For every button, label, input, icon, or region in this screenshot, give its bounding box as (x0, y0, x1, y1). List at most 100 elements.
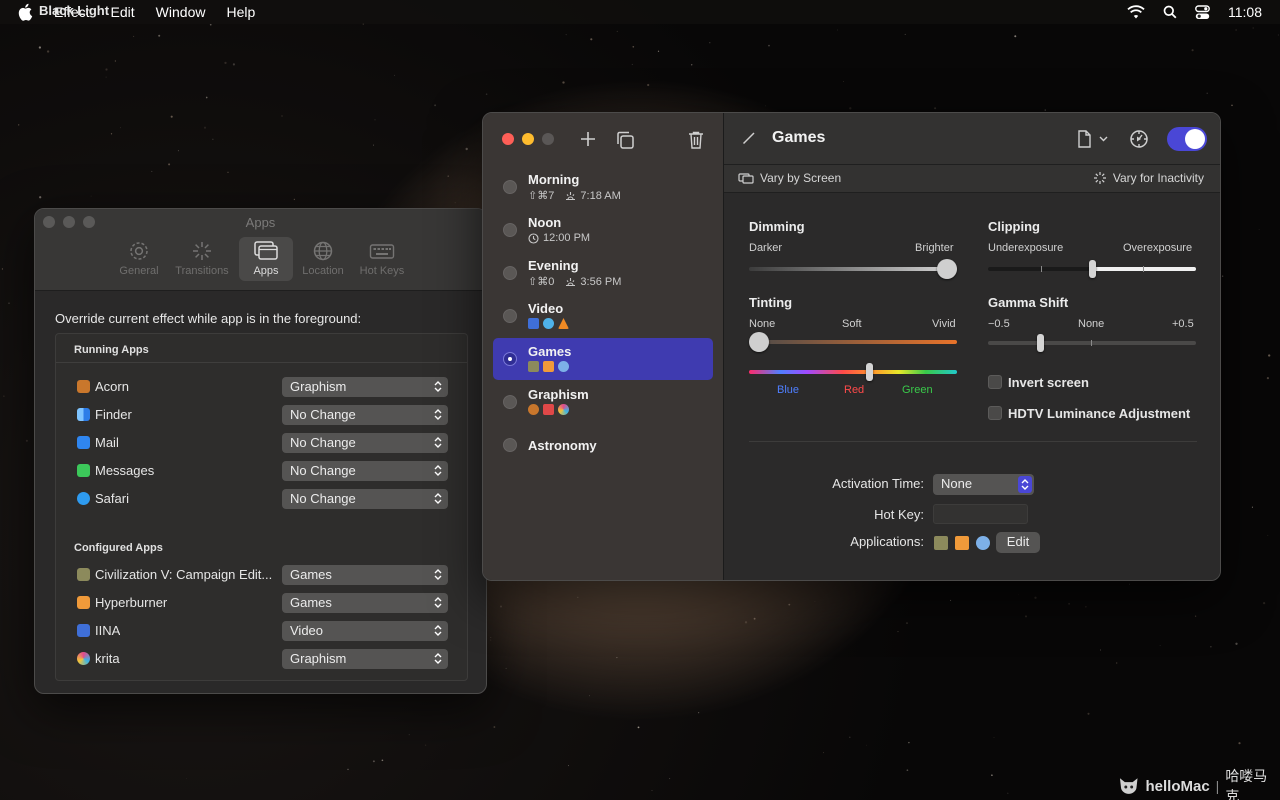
add-effect-plus-icon[interactable] (579, 130, 597, 148)
effect-popup-safari[interactable]: No Change (282, 489, 448, 509)
dimming-slider-knob[interactable] (937, 259, 957, 279)
tinting-strength-track[interactable] (749, 340, 957, 344)
tab-transitions[interactable]: Transitions (171, 237, 233, 281)
vary-for-inactivity-button[interactable]: Vary for Inactivity (1093, 171, 1204, 185)
star (1251, 506, 1253, 508)
pencil-icon[interactable] (742, 131, 756, 145)
document-menu-icon[interactable] (1076, 129, 1110, 149)
duplicate-effect-icon[interactable] (615, 130, 635, 150)
gamma-slider-knob[interactable] (1036, 334, 1044, 352)
zoom-window-button[interactable] (542, 133, 554, 145)
app-row-mail: Mail No Change (56, 432, 467, 454)
wifi-icon[interactable] (1127, 5, 1145, 19)
effect-item-video[interactable]: Video (493, 295, 713, 337)
star (577, 596, 579, 599)
hdtv-luminance-checkbox[interactable] (988, 406, 1002, 420)
tinting-hue-knob[interactable] (866, 363, 874, 381)
minimize-window-button[interactable] (522, 133, 534, 145)
tinting-strength-knob[interactable] (749, 332, 769, 352)
star (434, 104, 437, 107)
star (1159, 645, 1161, 646)
tab-apps[interactable]: Apps (239, 237, 293, 281)
menu-bar: Black Light Effect Edit Window Help 11:0… (0, 0, 1280, 24)
dimming-slider-track[interactable] (749, 267, 957, 271)
search-icon[interactable] (1163, 5, 1177, 19)
star (293, 198, 296, 201)
star (224, 61, 227, 65)
effect-popup-krita[interactable]: Graphism (282, 649, 448, 669)
effect-item-evening[interactable]: Evening ⇧⌘0 3:56 PM (493, 252, 713, 294)
activation-time-popup[interactable]: None (933, 474, 1034, 495)
star (1068, 602, 1071, 605)
close-window-button[interactable] (502, 133, 514, 145)
effect-popup-acorn[interactable]: Graphism (282, 377, 448, 397)
apple-logo-icon[interactable] (18, 3, 34, 21)
gamma-slider-track[interactable] (988, 341, 1196, 345)
effect-active-radio[interactable] (503, 352, 517, 366)
effect-detail-pane: Games Vary by Screen Vary for Inactivity… (724, 113, 1220, 580)
edit-applications-button[interactable]: Edit (996, 532, 1040, 553)
tab-general[interactable]: General (115, 237, 163, 281)
star (631, 63, 633, 65)
apps-preferences-window: Apps General Transitions Apps Location H… (34, 208, 487, 694)
effect-popup-finder[interactable]: No Change (282, 405, 448, 425)
tinting-hue-track[interactable] (749, 370, 957, 374)
effect-active-radio[interactable] (503, 309, 517, 323)
effect-item-morning[interactable]: Morning ⇧⌘7 7:18 AM (493, 166, 713, 208)
star (105, 76, 107, 78)
star (232, 63, 235, 66)
effect-item-graphism[interactable]: Graphism (493, 381, 713, 423)
effect-item-noon[interactable]: Noon 12:00 PM (493, 209, 713, 251)
effect-active-radio[interactable] (503, 223, 517, 237)
star (669, 778, 671, 780)
invert-screen-checkbox[interactable] (988, 375, 1002, 389)
effect-title[interactable]: Games (772, 129, 825, 147)
effect-active-radio[interactable] (503, 395, 517, 409)
effect-popup-messages[interactable]: No Change (282, 461, 448, 481)
star (562, 81, 565, 84)
star (1044, 109, 1046, 111)
effect-item-astronomy[interactable]: Astronomy (493, 424, 713, 466)
iina-mini-icon (528, 318, 539, 329)
effect-active-radio[interactable] (503, 180, 517, 194)
effect-item-games[interactable]: Games (493, 338, 713, 380)
civilization-app-icon (77, 568, 90, 581)
menu-app-name[interactable]: Black Light (39, 3, 109, 18)
menu-edit[interactable]: Edit (111, 4, 135, 20)
star (1085, 605, 1087, 608)
trash-icon[interactable] (687, 130, 705, 150)
hot-key-label: Hot Key: (874, 507, 924, 522)
tab-hot-keys[interactable]: Hot Keys (353, 237, 411, 281)
star (1277, 34, 1279, 36)
star (38, 46, 42, 49)
star (1235, 642, 1238, 645)
effect-popup-hyperburner[interactable]: Games (282, 593, 448, 613)
menu-clock[interactable]: 11:08 (1228, 4, 1262, 20)
star (25, 439, 28, 442)
hot-key-field[interactable] (933, 504, 1028, 524)
gear-icon (130, 242, 148, 260)
effect-popup-civilization[interactable]: Games (282, 565, 448, 585)
star (424, 744, 427, 746)
effect-popup-iina[interactable]: Video (282, 621, 448, 641)
effect-active-radio[interactable] (503, 266, 517, 280)
effect-enabled-toggle[interactable] (1167, 127, 1207, 151)
clipping-slider-knob[interactable] (1088, 260, 1096, 278)
star (168, 163, 171, 166)
keyboard-icon (369, 244, 395, 259)
star (1007, 792, 1009, 794)
schedule-icon[interactable] (1129, 129, 1149, 149)
activity-burst-icon (1093, 172, 1106, 184)
effect-popup-mail[interactable]: No Change (282, 433, 448, 453)
star (843, 81, 844, 82)
tab-location[interactable]: Location (297, 237, 349, 281)
star (993, 737, 995, 738)
menu-help[interactable]: Help (226, 4, 255, 20)
sunset-icon (566, 277, 576, 286)
vary-by-screen-button[interactable]: Vary by Screen (738, 171, 841, 185)
menu-window[interactable]: Window (156, 4, 206, 20)
control-center-icon[interactable] (1195, 4, 1210, 20)
effect-active-radio[interactable] (503, 438, 517, 452)
civilization-mini-icon (934, 536, 948, 550)
popup-chevron-icon (434, 625, 442, 636)
